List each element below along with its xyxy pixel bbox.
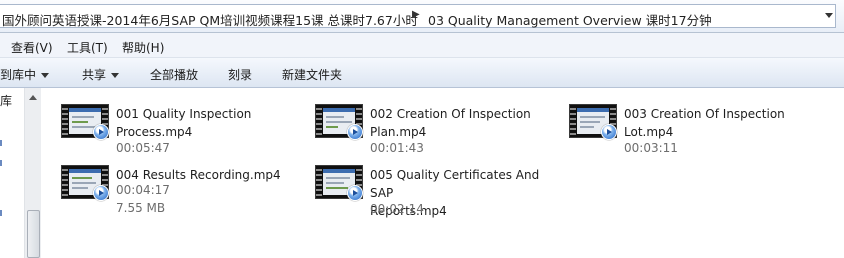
file-name-line1: 003 Creation Of Inspection bbox=[624, 107, 785, 121]
chevron-down-icon bbox=[41, 73, 50, 78]
file-item[interactable]: 001 Quality Inspection Process.mp4 00:05… bbox=[43, 96, 297, 156]
file-name: 004 Results Recording.mp4 bbox=[116, 166, 294, 184]
file-duration: 00:04:17 bbox=[116, 183, 170, 197]
file-duration: 00:05:47 bbox=[116, 141, 170, 155]
nav-item-marker bbox=[0, 210, 2, 216]
menu-help[interactable]: 帮助(H) bbox=[122, 39, 164, 56]
file-name: 002 Creation Of Inspection Plan.mp4 bbox=[370, 105, 548, 141]
file-name: 003 Creation Of Inspection Lot.mp4 bbox=[624, 105, 802, 141]
nav-scrollbar[interactable] bbox=[24, 88, 41, 258]
breadcrumb-separator-icon[interactable]: ▶ bbox=[412, 9, 420, 20]
media-player-icon bbox=[93, 124, 109, 140]
file-duration: 00:02:14 bbox=[370, 202, 424, 216]
address-history-dropdown-icon[interactable] bbox=[825, 13, 833, 18]
media-player-icon bbox=[93, 185, 109, 201]
breadcrumb-current-folder[interactable]: 03 Quality Management Overview 课时17分钟 bbox=[428, 10, 712, 29]
media-player-icon bbox=[601, 124, 617, 140]
burn-button[interactable]: 刻录 bbox=[228, 66, 252, 83]
navigation-pane: 库 bbox=[0, 88, 43, 258]
file-name-line1: 001 Quality Inspection bbox=[116, 107, 252, 121]
menu-bar: 查看(V) 工具(T) 帮助(H) bbox=[0, 33, 844, 58]
menu-view[interactable]: 查看(V) bbox=[11, 39, 53, 56]
file-duration: 00:01:43 bbox=[370, 141, 424, 155]
file-name-line1: 002 Creation Of Inspection bbox=[370, 107, 531, 121]
media-player-icon bbox=[347, 124, 363, 140]
include-in-library-label: 到库中 bbox=[0, 68, 37, 82]
nav-item-marker bbox=[0, 140, 2, 146]
file-name-line2: Process.mp4 bbox=[116, 125, 193, 139]
address-field[interactable]: 国外顾问英语授课-2014年6月SAP QM培训视频课程15课 总课时7.67小… bbox=[0, 4, 836, 28]
include-in-library-button[interactable]: 到库中 bbox=[0, 66, 50, 83]
file-item[interactable]: 002 Creation Of Inspection Plan.mp4 00:0… bbox=[297, 96, 551, 156]
breadcrumb-parent-folder[interactable]: 国外顾问英语授课-2014年6月SAP QM培训视频课程15课 总课时7.67小… bbox=[2, 10, 418, 29]
nav-item-marker bbox=[0, 160, 2, 166]
play-all-button[interactable]: 全部播放 bbox=[150, 66, 198, 83]
file-size: 7.55 MB bbox=[116, 201, 166, 215]
file-name: 001 Quality Inspection Process.mp4 bbox=[116, 105, 294, 141]
nav-item-library[interactable]: 库 bbox=[0, 92, 12, 109]
file-name-line1: 005 Quality Certificates And SAP bbox=[370, 168, 540, 200]
scroll-up-arrow-icon[interactable] bbox=[29, 95, 37, 100]
chevron-down-icon bbox=[111, 73, 120, 78]
media-player-icon bbox=[347, 185, 363, 201]
file-name-line2: Plan.mp4 bbox=[370, 125, 427, 139]
file-duration: 00:03:11 bbox=[624, 141, 678, 155]
share-label: 共享 bbox=[82, 68, 107, 82]
new-folder-button[interactable]: 新建文件夹 bbox=[282, 66, 342, 83]
file-list: 001 Quality Inspection Process.mp4 00:05… bbox=[43, 88, 844, 258]
file-item[interactable]: 004 Results Recording.mp4 00:04:17 7.55 … bbox=[43, 157, 297, 219]
file-name-line2: Lot.mp4 bbox=[624, 125, 674, 139]
scrollbar-thumb[interactable] bbox=[27, 210, 40, 258]
menu-tools[interactable]: 工具(T) bbox=[67, 39, 108, 56]
address-bar[interactable]: 国外顾问英语授课-2014年6月SAP QM培训视频课程15课 总课时7.67小… bbox=[0, 0, 844, 33]
file-item[interactable]: 003 Creation Of Inspection Lot.mp4 00:03… bbox=[551, 96, 805, 156]
file-item[interactable]: 005 Quality Certificates And SAP Reports… bbox=[297, 157, 551, 218]
command-bar: 到库中 共享 全部播放 刻录 新建文件夹 bbox=[0, 58, 844, 88]
file-name-line1: 004 Results Recording.mp4 bbox=[116, 168, 281, 182]
share-button[interactable]: 共享 bbox=[82, 66, 120, 83]
